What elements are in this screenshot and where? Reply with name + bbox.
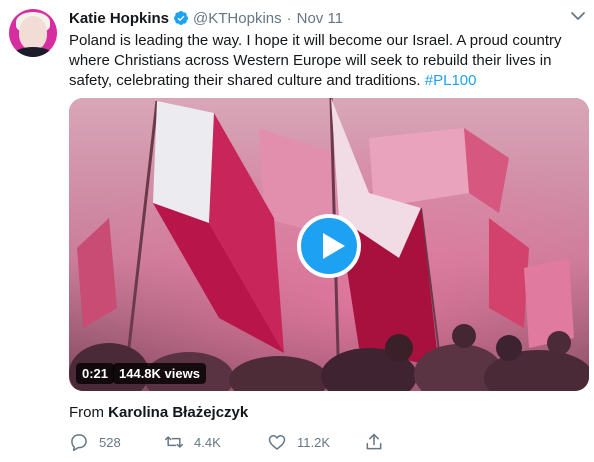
retweet-icon xyxy=(164,436,184,448)
avatar[interactable] xyxy=(9,9,57,57)
like-count: 11.2K xyxy=(297,434,331,450)
like-icon xyxy=(268,435,286,450)
tweet-timestamp[interactable]: Nov 11 xyxy=(297,10,343,27)
chevron-down-icon[interactable] xyxy=(570,10,586,22)
attribution-prefix: From xyxy=(69,404,104,421)
retweet-count: 4.4K xyxy=(194,434,221,450)
tweet[interactable]: Katie Hopkins @KTHopkins · Nov 11 Poland… xyxy=(0,0,594,462)
retweet-button[interactable]: 4.4K xyxy=(164,430,221,454)
verified-badge-icon xyxy=(174,11,189,25)
reply-count: 528 xyxy=(99,434,121,450)
share-button[interactable] xyxy=(364,430,394,454)
video-views-badge: 144.8K views xyxy=(113,363,206,384)
tweet-text: Poland is leading the way. I hope it wil… xyxy=(69,31,589,91)
share-icon xyxy=(366,433,382,450)
like-button[interactable]: 11.2K xyxy=(267,430,330,454)
play-button[interactable] xyxy=(297,214,361,278)
reply-button[interactable]: 528 xyxy=(69,430,121,454)
video-duration-badge: 0:21 xyxy=(76,363,115,384)
attribution-source-link[interactable]: Karolina Błażejczyk xyxy=(108,404,248,421)
author-handle[interactable]: @KTHopkins xyxy=(193,10,282,27)
reply-icon xyxy=(71,434,87,452)
video-attribution: From Karolina Błażejczyk xyxy=(69,404,248,421)
hashtag-link[interactable]: #PL100 xyxy=(425,72,477,89)
tweet-header: Katie Hopkins @KTHopkins · Nov 11 xyxy=(69,8,343,28)
video-player[interactable]: 0:21 144.8K views xyxy=(69,98,589,391)
header-separator: · xyxy=(286,9,292,27)
play-icon xyxy=(323,233,345,259)
avatar-shirt xyxy=(13,47,53,57)
author-name[interactable]: Katie Hopkins xyxy=(69,10,169,27)
avatar-face xyxy=(19,16,47,50)
tweet-body: Poland is leading the way. I hope it wil… xyxy=(69,32,562,89)
